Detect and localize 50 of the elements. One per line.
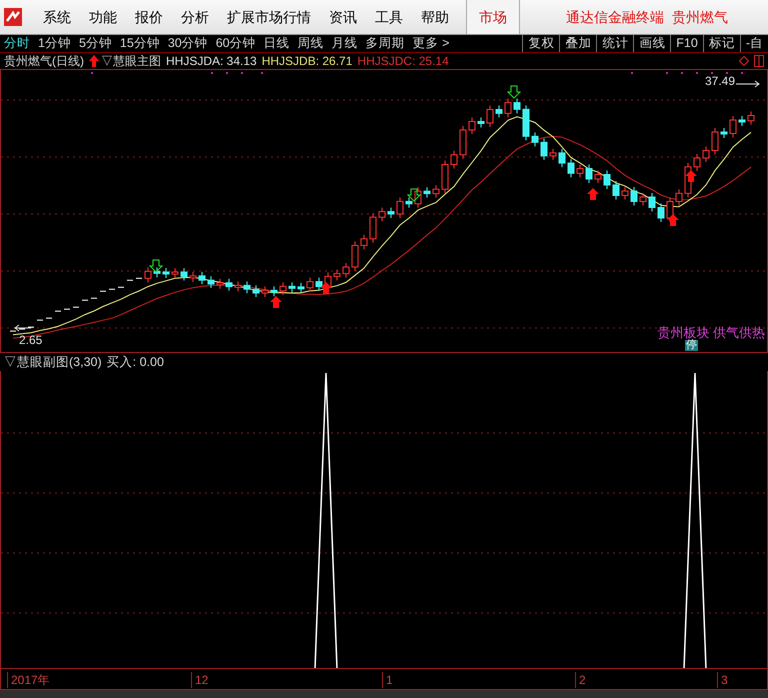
up-arrow-icon [89, 55, 99, 67]
toolbar-button[interactable]: 标记 [702, 35, 740, 52]
date-label: 12 [191, 672, 208, 688]
low-price-label: 2.65 [19, 333, 42, 347]
toolbar-button[interactable]: 画线 [633, 35, 670, 52]
toolbar-button[interactable]: 复权 [522, 35, 560, 52]
toolbar-button[interactable]: -自 [740, 35, 768, 52]
date-label: 1 [382, 672, 393, 688]
menu-item[interactable]: 资讯 [320, 6, 366, 28]
period-tab[interactable]: 日线 [260, 37, 294, 50]
high-price-arrow [736, 80, 760, 88]
square-icon[interactable] [754, 55, 764, 67]
buy-value: 买入: 0.00 [106, 354, 164, 371]
menu-item[interactable]: 帮助 [412, 6, 458, 28]
period-tab[interactable]: 更多 > [408, 37, 454, 50]
toolbar-button[interactable]: F10 [670, 35, 703, 52]
date-label: 2 [575, 672, 586, 688]
app-logo-icon[interactable] [4, 8, 22, 26]
toolbar-button[interactable]: 统计 [596, 35, 634, 52]
period-tab[interactable]: 15分钟 [116, 37, 164, 50]
period-tab[interactable]: 1分钟 [34, 37, 75, 50]
sector-tags: 贵州板块 供气供热 [657, 325, 765, 340]
menu-item[interactable]: 分析 [172, 6, 218, 28]
period-tab[interactable]: 5分钟 [74, 37, 116, 50]
low-price-arrow [14, 324, 32, 332]
menu-item[interactable]: 扩展市场行情 [218, 6, 320, 28]
menu-item[interactable]: 系统 [34, 6, 80, 28]
sub-chart-title[interactable]: ▽慧眼副图(3,30) [4, 352, 102, 372]
date-label: 2017年 [7, 672, 50, 688]
period-tab[interactable]: 多周期 [362, 37, 409, 50]
indicator-value: HHJSJDC: 25.14 [357, 53, 449, 70]
menu-item[interactable]: 报价 [126, 6, 172, 28]
diamond-icon[interactable] [739, 56, 749, 66]
menu-item[interactable]: 工具 [366, 6, 412, 28]
menu-item[interactable]: 功能 [80, 6, 126, 28]
stop-badge: 停 [685, 340, 698, 351]
period-tab[interactable]: 30分钟 [164, 37, 212, 50]
indicator-value: HHJSJDB: 26.71 [262, 53, 352, 70]
period-tab[interactable]: 60分钟 [212, 37, 260, 50]
period-tab[interactable]: 周线 [294, 37, 328, 50]
indicator-value: HHJSJDA: 34.13 [166, 53, 257, 70]
high-price-label: 37.49 [704, 73, 735, 90]
toolbar-button[interactable]: 叠加 [559, 35, 596, 52]
indicator-name[interactable]: ▽慧眼主图 [101, 52, 161, 70]
stock-title: 贵州燃气(日线) [4, 53, 84, 70]
market-button[interactable]: 市场 [466, 0, 520, 34]
period-tab[interactable]: 分时 [0, 37, 34, 50]
date-label: 3 [717, 672, 728, 688]
window-title: 通达信金融终端 贵州燃气 [566, 8, 728, 26]
period-tab[interactable]: 月线 [328, 37, 362, 50]
